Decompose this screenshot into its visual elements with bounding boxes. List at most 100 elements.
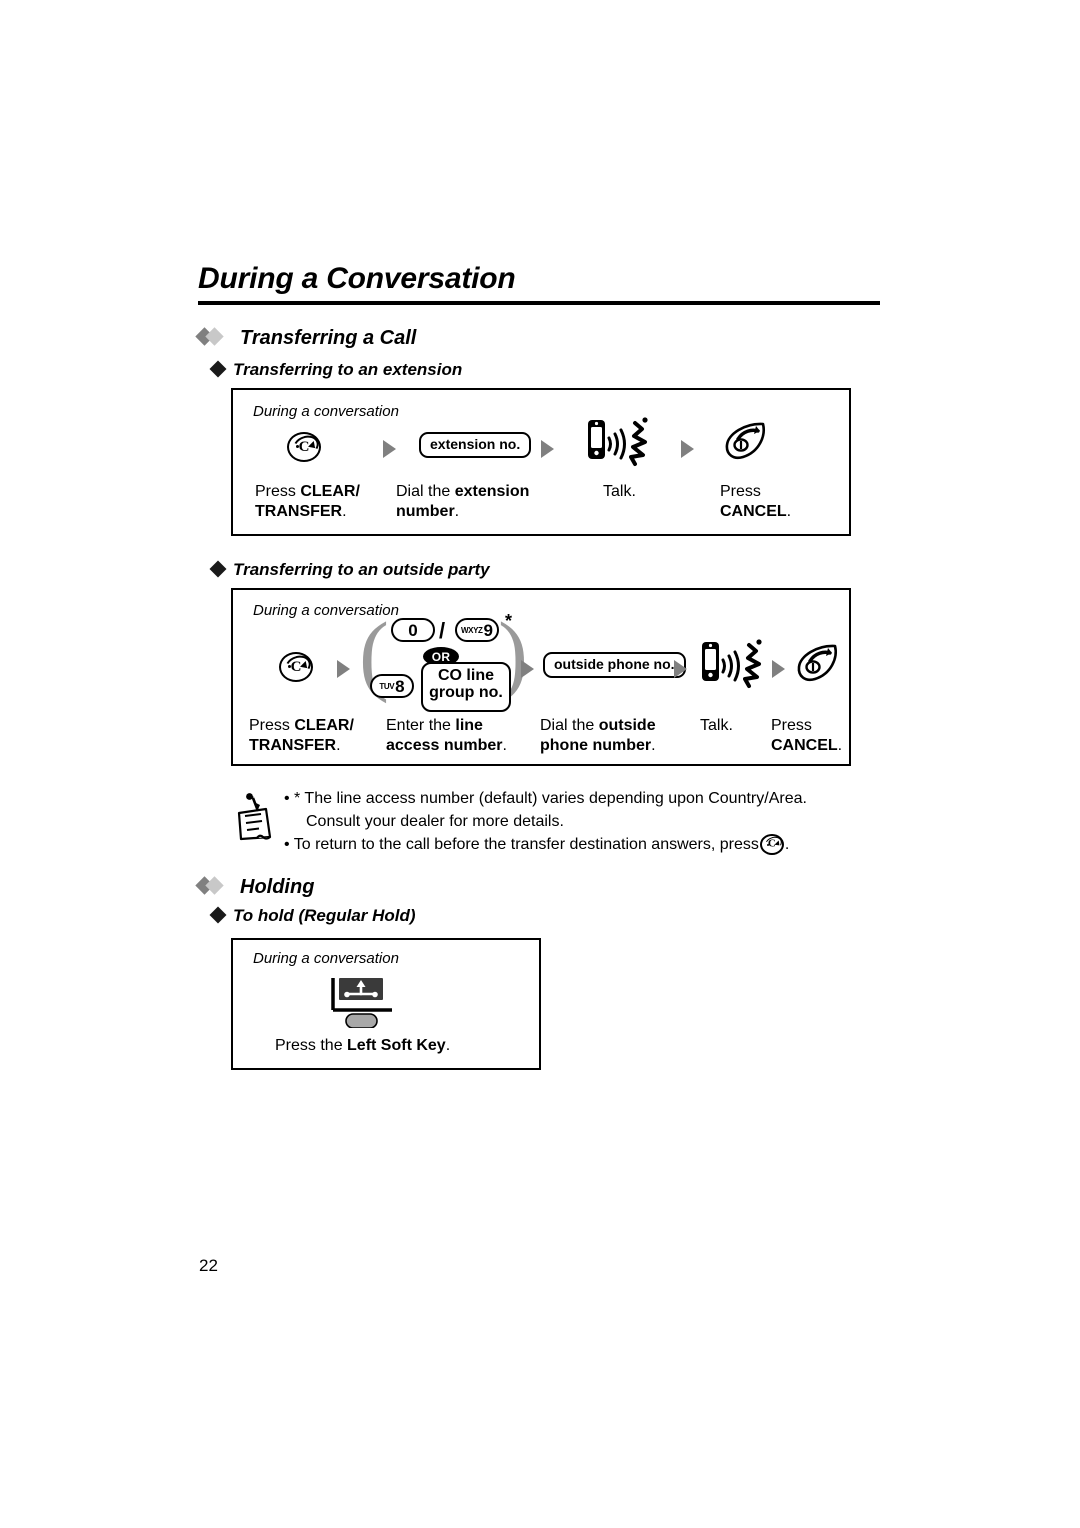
flow-arrow-icon xyxy=(772,660,785,678)
co-line-group-number-field[interactable]: CO line group no. xyxy=(421,662,511,712)
note-memo-icon xyxy=(233,793,281,845)
caption-text: Dial the xyxy=(540,717,599,734)
caption-strong: TRANSFER xyxy=(249,737,337,755)
caption-strong: CANCEL xyxy=(720,503,787,521)
flow-arrow-icon xyxy=(674,660,687,678)
caption-text: Talk. xyxy=(700,717,733,734)
page-number: 22 xyxy=(199,1256,218,1275)
section-heading-label: Holding xyxy=(240,876,315,898)
caption-text: Press xyxy=(249,717,295,734)
caption-strong: CLEAR/ xyxy=(294,717,354,734)
extension-number-field[interactable]: extension no. xyxy=(419,432,532,459)
title-divider xyxy=(198,301,880,305)
procedure-box-transfer-extension: During a conversation C extension no. Pr… xyxy=(231,388,851,536)
subsection-heading-label: Transferring to an extension xyxy=(233,360,463,379)
caption-strong: Left Soft Key xyxy=(347,1037,446,1054)
dial-key-label: 0 xyxy=(408,620,418,640)
cancel-key-icon[interactable] xyxy=(795,642,841,684)
note-item-text: • To return to the call before the trans… xyxy=(284,836,759,854)
flow-arrow-icon xyxy=(521,660,534,678)
diamond-pair-icon xyxy=(195,876,234,895)
caption-strong: phone number xyxy=(540,737,652,755)
subsection-heading-to-hold-regular-hold: To hold (Regular Hold) xyxy=(209,906,416,926)
section-heading-transferring-a-call: Transferring a Call xyxy=(195,327,417,350)
note-item-period: . xyxy=(784,836,790,854)
caption-text: Press xyxy=(720,483,761,500)
dial-key-0[interactable]: 0 xyxy=(391,618,435,642)
step-caption: Talk. xyxy=(700,716,733,736)
flow-arrow-icon xyxy=(541,440,554,458)
caption-strong: outside xyxy=(598,717,656,734)
caption-text: . xyxy=(454,503,460,521)
caption-text: . xyxy=(502,737,507,755)
caption-strong: TRANSFER xyxy=(255,503,343,521)
caption-text: . xyxy=(336,737,341,755)
subsection-heading-label: To hold (Regular Hold) xyxy=(233,906,416,925)
diamond-icon xyxy=(209,360,227,378)
caption-text: . xyxy=(786,503,792,521)
caption-text: Dial the xyxy=(396,483,455,500)
step-caption: Press CLEAR/ TRANSFER. xyxy=(249,716,354,757)
caption-text: Press the xyxy=(275,1037,348,1054)
caption-strong: extension xyxy=(454,483,530,500)
step-caption: Dial the extension number. xyxy=(396,482,529,523)
left-soft-key-icon[interactable] xyxy=(329,976,399,1029)
section-heading-holding: Holding xyxy=(195,876,315,899)
caption-strong: CANCEL xyxy=(771,737,838,755)
caption-text: . xyxy=(651,737,656,755)
diamond-pair-icon xyxy=(195,327,234,346)
clear-transfer-key-icon[interactable]: C xyxy=(287,432,322,462)
caption-text: Press xyxy=(255,483,301,500)
step-caption: Enter the line access number. xyxy=(386,716,507,757)
caption-text: Talk. xyxy=(603,483,636,500)
co-line-label-1: CO line xyxy=(437,667,494,684)
step-caption: Talk. xyxy=(603,482,636,502)
subsection-heading-transferring-to-an-extension: Transferring to an extension xyxy=(209,360,463,380)
note-item: Consult your dealer for more details. xyxy=(306,813,564,831)
talk-icon xyxy=(585,416,651,468)
footnote-asterisk: * xyxy=(505,611,513,631)
separator-slash: / xyxy=(439,618,446,643)
note-item: • * The line access number (default) var… xyxy=(284,790,807,807)
step-caption: Dial the outside phone number. xyxy=(540,716,656,757)
dial-key-letters: TUV xyxy=(379,682,395,691)
section-heading-label: Transferring a Call xyxy=(240,327,417,349)
outside-phone-number-field[interactable]: outside phone no. xyxy=(543,652,686,679)
cancel-key-icon[interactable] xyxy=(723,420,769,462)
context-label: During a conversation xyxy=(253,403,399,420)
step-caption: Press CANCEL. xyxy=(771,716,842,757)
procedure-box-regular-hold: During a conversation Press the Left Sof… xyxy=(231,938,541,1070)
clear-transfer-key-icon[interactable]: C xyxy=(279,652,314,682)
context-label: During a conversation xyxy=(253,950,399,967)
subsection-heading-label: Transferring to an outside party xyxy=(233,560,490,579)
dial-key-8[interactable]: TUV 8 xyxy=(370,674,414,698)
caption-strong: CLEAR/ xyxy=(300,483,360,500)
dial-key-letters: WXYZ xyxy=(461,626,483,635)
clear-transfer-key-icon: C xyxy=(759,833,784,855)
diamond-icon xyxy=(209,906,227,924)
step-caption: Press CANCEL. xyxy=(720,482,791,523)
caption-strong: line xyxy=(455,717,483,734)
flow-arrow-icon xyxy=(681,440,694,458)
step-caption: Press the Left Soft Key. xyxy=(275,1036,450,1056)
step-caption: Press CLEAR/ TRANSFER. xyxy=(255,482,360,523)
caption-strong: number xyxy=(396,503,455,521)
notes-block: • * The line access number (default) var… xyxy=(284,787,807,857)
subsection-heading-transferring-to-an-outside-party: Transferring to an outside party xyxy=(209,560,490,580)
page-title: During a Conversation xyxy=(198,262,516,295)
flow-arrow-icon xyxy=(383,440,396,458)
talk-icon xyxy=(699,638,765,690)
caption-text: Press xyxy=(771,717,812,734)
dial-key-label: 9 xyxy=(483,620,493,640)
manual-page: During a Conversation Transferring a Cal… xyxy=(0,0,1080,1528)
note-item: • To return to the call before the trans… xyxy=(284,833,807,856)
caption-text: . xyxy=(837,737,843,755)
dial-key-9[interactable]: WXYZ 9 xyxy=(455,618,499,642)
dial-key-label: 8 xyxy=(395,676,405,696)
flow-arrow-icon xyxy=(337,660,350,678)
co-line-label-2: group no. xyxy=(429,684,503,702)
diamond-icon xyxy=(209,560,227,578)
caption-text: . xyxy=(445,1037,451,1054)
caption-text: . xyxy=(342,503,347,521)
caption-strong: access number xyxy=(386,737,503,755)
